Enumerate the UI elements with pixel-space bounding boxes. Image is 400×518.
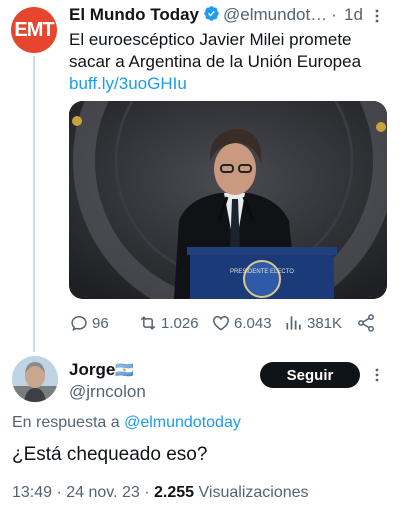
share-icon[interactable] [356, 313, 376, 333]
views-chart-icon [286, 316, 301, 330]
views-count: 381K [307, 314, 343, 332]
reply-handle[interactable]: @jrncolon [69, 382, 146, 402]
retweet-icon [140, 316, 156, 330]
reply-timestamp[interactable]: 13:49 · 24 nov. 23 · [12, 484, 150, 501]
reply-text: ¿Está chequeado eso? [12, 444, 208, 465]
reply-header: Jorge🇦🇷 [69, 360, 134, 380]
like-button[interactable]: 6.043 [211, 313, 272, 333]
heart-icon [213, 315, 229, 331]
tweet-header: El Mundo Today @elmundot… [69, 5, 389, 27]
handle[interactable]: @elmundot… [223, 5, 327, 24]
reply-count: 96 [92, 314, 109, 332]
tweet-text: El euroescéptico Javier Milei promete sa… [69, 29, 389, 95]
argentina-flag-icon: 🇦🇷 [115, 362, 134, 379]
el-mundo-today-avatar[interactable]: EMT [11, 7, 57, 53]
in-reply-handle-link[interactable]: @elmundotoday [124, 414, 241, 431]
reply-button[interactable]: 96 [69, 313, 109, 333]
verified-badge-icon [204, 6, 219, 21]
follow-button[interactable]: Seguir [260, 362, 360, 388]
reply-icon [71, 315, 87, 331]
display-name[interactable]: El Mundo Today [69, 5, 199, 24]
milei-podium-photo: PRESIDENTE ELECTO [69, 101, 387, 299]
jorge-avatar[interactable] [12, 356, 58, 402]
tweet-link[interactable]: buff.ly/3uoGHIu [69, 74, 187, 93]
tweet-body: El euroescéptico Javier Milei promete sa… [69, 30, 362, 71]
in-reply-to: En respuesta a @elmundotoday [12, 414, 241, 432]
avatar-photo [12, 356, 58, 402]
reply-timestamp-row: 13:49 · 24 nov. 23 · 2.255 Visualizacion… [12, 484, 309, 502]
reply-display-name[interactable]: Jorge [69, 360, 115, 379]
dot-separator: · [331, 5, 337, 24]
retweet-count: 1.026 [161, 314, 199, 332]
in-reply-prefix: En respuesta a [12, 414, 120, 431]
reply-views-label: Visualizaciones [198, 484, 309, 501]
reply-more-options-icon[interactable] [370, 368, 384, 382]
more-options-icon[interactable] [370, 9, 384, 23]
avatar-logo-text: EMT [14, 18, 54, 41]
like-count: 6.043 [234, 314, 272, 332]
thread-connector-line [33, 56, 35, 352]
tweet-actions: 96 1.026 6.043 381K [69, 313, 387, 333]
reply-views-count: 2.255 [154, 484, 195, 501]
tweet-time[interactable]: 1d [344, 5, 363, 25]
tweet-image[interactable]: PRESIDENTE ELECTO [69, 101, 387, 299]
views-button[interactable]: 381K [284, 313, 342, 333]
svg-text:PRESIDENTE ELECTO: PRESIDENTE ELECTO [230, 269, 294, 275]
retweet-button[interactable]: 1.026 [138, 313, 199, 333]
